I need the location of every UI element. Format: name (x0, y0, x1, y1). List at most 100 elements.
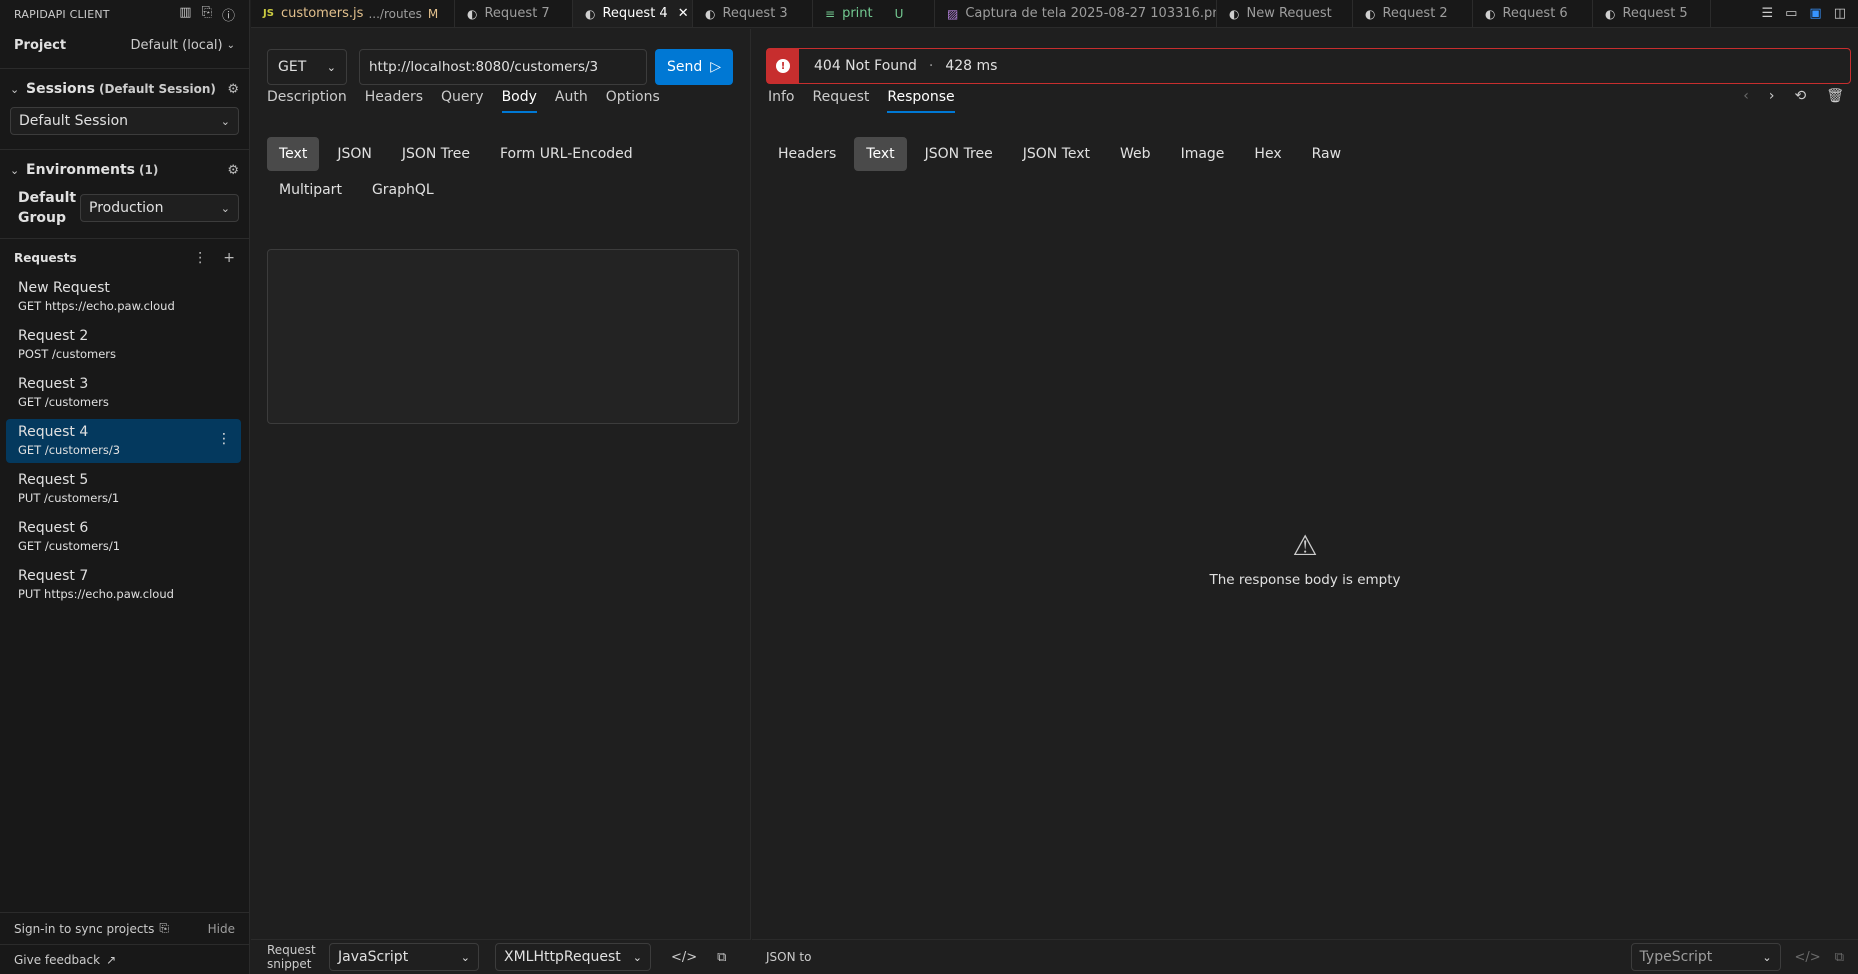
chevron-left-icon[interactable]: ‹ (1743, 88, 1749, 104)
request-item-request-4[interactable]: Request 4 GET /customers/3 ⋮ (6, 419, 241, 463)
tab-body[interactable]: Body (501, 89, 538, 113)
environment-select[interactable]: Production ⌄ (80, 194, 239, 222)
view-headers[interactable]: Headers (766, 137, 848, 171)
response-pane: ! 404 Not Found · 428 ms Info Request Re… (752, 29, 1858, 971)
tab-label: print (842, 6, 873, 21)
hide-button[interactable]: Hide (208, 922, 235, 936)
feedback-link[interactable]: Give feedback (14, 953, 100, 967)
view-hex[interactable]: Hex (1242, 137, 1293, 171)
text-file-icon: ≡ (825, 6, 836, 21)
copy-icon[interactable]: ⧉ (1835, 950, 1844, 965)
tab-request-7[interactable]: ◐ Request 7 (455, 0, 573, 27)
settings-sliders-icon[interactable]: ⚙ (227, 82, 239, 97)
comment-icon[interactable]: ▭ (1785, 6, 1797, 21)
close-icon[interactable]: ✕ (678, 6, 689, 21)
request-item-request-3[interactable]: Request 3 GET /customers (6, 371, 241, 415)
view-json-text[interactable]: JSON Text (1011, 137, 1102, 171)
body-type-text[interactable]: Text (267, 137, 320, 171)
tab-label: Request 4 (602, 6, 668, 21)
request-item-request-7[interactable]: Request 7 PUT https://echo.paw.cloud (6, 563, 241, 607)
split-editor-icon[interactable]: ◫ (1834, 6, 1846, 21)
code-icon[interactable]: </> (671, 950, 697, 965)
copy-icon[interactable]: ⧉ (717, 950, 726, 965)
tab-response[interactable]: Response (887, 89, 955, 113)
tab-options[interactable]: Options (606, 89, 660, 113)
external-link-icon[interactable]: ↗ (106, 953, 116, 967)
history-icon[interactable]: ⟲ (1794, 88, 1806, 104)
more-vertical-icon[interactable]: ⋮ (193, 250, 207, 266)
url-input[interactable] (359, 49, 647, 85)
body-type-form-url-encoded[interactable]: Form URL-Encoded (488, 137, 645, 171)
view-text[interactable]: Text (854, 137, 907, 171)
tab-headers[interactable]: Headers (365, 89, 423, 113)
snippet-language-select[interactable]: JavaScript ⌄ (329, 943, 479, 971)
tab-request-3[interactable]: ◐ Request 3 (693, 0, 813, 27)
project-value[interactable]: Default (local) (131, 38, 223, 53)
body-editor[interactable] (267, 249, 739, 424)
status-separator: · (928, 58, 934, 74)
tab-info[interactable]: Info (768, 89, 795, 113)
tab-request-4[interactable]: ◐ Request 4 ✕ (573, 0, 693, 27)
chevron-down-icon[interactable]: ⌄ (10, 164, 26, 177)
preview-icon[interactable]: ▣ (1809, 6, 1821, 21)
tab-query[interactable]: Query (441, 89, 484, 113)
tab-print[interactable]: ≡ print U (813, 0, 935, 27)
more-vertical-icon[interactable]: ⋮ (217, 431, 231, 447)
send-button[interactable]: Send ▷ (655, 49, 733, 85)
project-row[interactable]: Project Default (local) ⌄ (0, 28, 249, 62)
environment-select-value: Production (89, 200, 164, 216)
request-item-request-5[interactable]: Request 5 PUT /customers/1 (6, 467, 241, 511)
tab-label: Request 5 (1622, 6, 1688, 21)
rapidapi-icon: ◐ (585, 6, 596, 21)
settings-sliders-icon[interactable]: ⚙ (227, 163, 239, 178)
chevron-right-icon[interactable]: › (1769, 88, 1775, 104)
body-type-json[interactable]: JSON (325, 137, 384, 171)
add-icon[interactable]: + (223, 250, 235, 266)
code-icon[interactable]: </> (1795, 950, 1821, 965)
import-icon[interactable]: ⎘ (202, 5, 212, 24)
json-to-bar: JSON to TypeScript ⌄ </> ⧉ (752, 939, 1858, 974)
request-item-request-6[interactable]: Request 6 GET /customers/1 (6, 515, 241, 559)
view-web[interactable]: Web (1108, 137, 1163, 171)
tab-auth[interactable]: Auth (555, 89, 588, 113)
trash-icon[interactable]: 🗑︎ (1826, 88, 1844, 104)
signin-icon[interactable]: ⎘ (159, 921, 169, 936)
view-image[interactable]: Image (1169, 137, 1237, 171)
tab-new-request[interactable]: ◐ New Request (1217, 0, 1353, 27)
body-type-json-tree[interactable]: JSON Tree (390, 137, 482, 171)
error-badge: ! (767, 49, 799, 83)
body-type-multipart[interactable]: Multipart (267, 173, 354, 207)
environments-header[interactable]: ⌄ Environments (1) ⚙ (0, 156, 249, 184)
feedback-row: Give feedback ↗ (0, 944, 249, 974)
view-json-tree[interactable]: JSON Tree (913, 137, 1005, 171)
request-item-request-2[interactable]: Request 2 POST /customers (6, 323, 241, 367)
library-icon[interactable]: ▥ (179, 5, 191, 24)
body-type-graphql[interactable]: GraphQL (360, 173, 446, 207)
tab-description[interactable]: Description (267, 89, 347, 113)
rapidapi-icon: ◐ (1365, 6, 1376, 21)
tab-request-5[interactable]: ◐ Request 5 (1593, 0, 1711, 27)
snippet-library-select[interactable]: XMLHttpRequest ⌄ (495, 943, 651, 971)
sessions-header[interactable]: ⌄ Sessions (Default Session) ⚙ (0, 75, 249, 103)
request-item-new-request[interactable]: New Request GET https://echo.paw.cloud (6, 275, 241, 319)
tab-label: Captura de tela 2025-08-27 103316.png (965, 6, 1217, 21)
tab-screenshot[interactable]: ▨ Captura de tela 2025-08-27 103316.png (935, 0, 1217, 27)
chevron-down-icon[interactable]: ⌄ (10, 83, 26, 96)
rapidapi-icon: ◐ (1229, 6, 1240, 21)
image-file-icon: ▨ (947, 6, 959, 21)
json-to-language-select[interactable]: TypeScript ⌄ (1630, 943, 1781, 971)
method-select[interactable]: GET ⌄ (267, 49, 347, 85)
view-raw[interactable]: Raw (1300, 137, 1353, 171)
tab-request-6[interactable]: ◐ Request 6 (1473, 0, 1593, 27)
signin-link[interactable]: Sign-in to sync projects (14, 922, 154, 936)
sidebar: RAPIDAPI CLIENT ▥ ⎘ ⓘ Project Default (l… (0, 0, 250, 974)
project-label: Project (14, 37, 67, 53)
session-select[interactable]: Default Session ⌄ (10, 107, 239, 135)
tab-request[interactable]: Request (813, 89, 870, 113)
list-icon[interactable]: ☰ (1761, 6, 1773, 21)
environments-label: Environments (26, 162, 136, 178)
tab-request-2[interactable]: ◐ Request 2 (1353, 0, 1473, 27)
request-item-sub: PUT /customers/1 (18, 491, 120, 505)
tab-customers-js[interactable]: JS customers.js .../routes M (251, 0, 455, 27)
help-icon[interactable]: ⓘ (222, 5, 235, 24)
